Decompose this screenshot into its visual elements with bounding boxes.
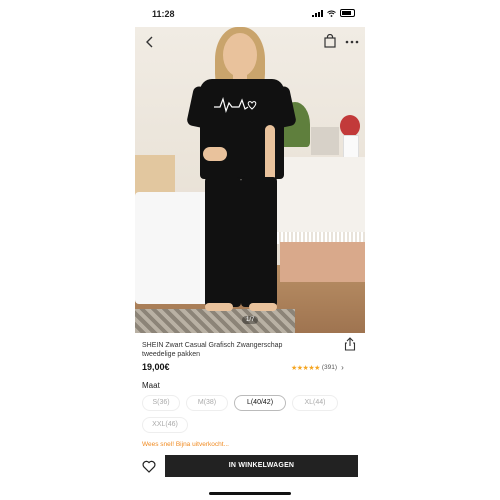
shopping-bag-icon[interactable] <box>323 34 337 48</box>
product-rating[interactable]: ★★★★★ (391) › <box>291 363 344 372</box>
add-to-cart-button[interactable]: IN WINKELWAGEN <box>165 455 358 477</box>
share-icon[interactable] <box>344 337 356 351</box>
more-options-icon[interactable] <box>345 39 359 45</box>
review-count: (391) <box>321 364 338 371</box>
phone-screen: 11:28 1/7 SHEIN Zwart Casual Grafisch Zw… <box>135 0 365 500</box>
rating-stars-icon: ★★★★★ <box>291 364 320 372</box>
wifi-icon <box>327 10 336 17</box>
status-bar: 11:28 <box>135 6 365 22</box>
low-stock-notice: Wees snel! Bijna uitverkocht... <box>142 441 229 448</box>
product-title: SHEIN Zwart Casual Grafisch Zwangerschap… <box>142 342 283 358</box>
status-time: 11:28 <box>152 9 175 19</box>
heart-icon[interactable] <box>142 460 156 473</box>
signal-icon <box>312 9 323 17</box>
size-label: Maat <box>142 381 160 390</box>
size-option-s[interactable]: S(36) <box>142 395 180 411</box>
size-option-m[interactable]: M(38) <box>186 395 228 411</box>
status-icons <box>312 9 355 17</box>
size-option-xxl[interactable]: XXL(46) <box>142 417 188 433</box>
product-image[interactable]: 1/7 <box>135 27 365 333</box>
back-icon[interactable] <box>143 35 157 49</box>
battery-icon <box>340 9 355 17</box>
chevron-right-icon: › <box>341 363 344 372</box>
size-option-l[interactable]: L(40/42) <box>234 395 286 411</box>
size-option-xl[interactable]: XL(44) <box>292 395 338 411</box>
product-price: 19,00€ <box>142 362 170 372</box>
home-indicator <box>209 492 291 495</box>
shirt-print-graphic <box>214 96 257 114</box>
image-pager: 1/7 <box>242 316 259 324</box>
